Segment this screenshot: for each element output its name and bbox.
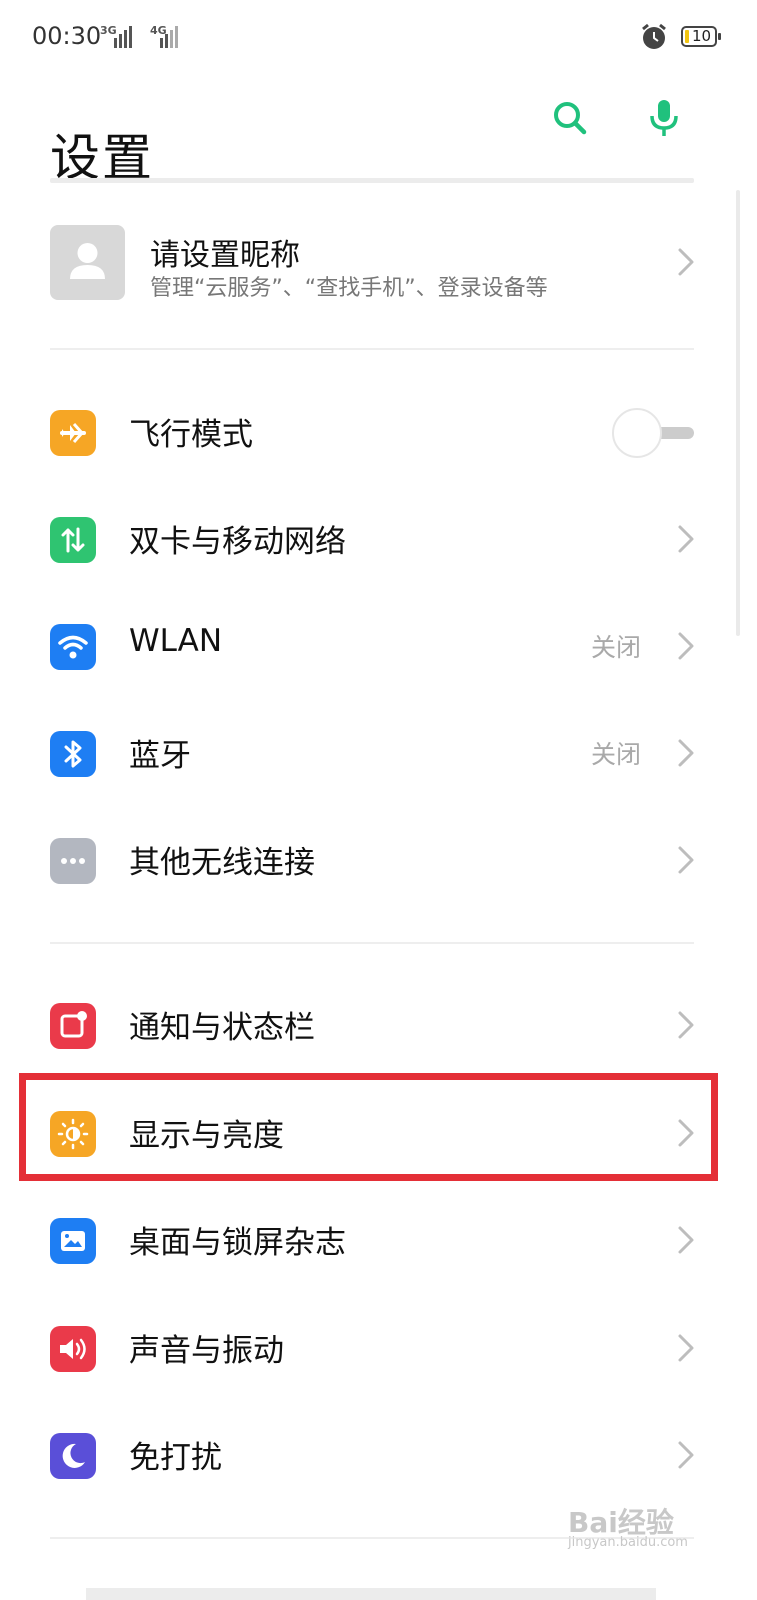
section-divider: [50, 942, 694, 944]
airplane-icon: [50, 410, 96, 456]
search-icon: [554, 102, 587, 135]
settings-item-label: 通知与状态栏: [129, 1010, 315, 1046]
wallpaper-icon: [50, 1218, 96, 1264]
moon-icon: [50, 1433, 96, 1479]
chevron-right-icon: [678, 248, 694, 276]
watermark: Bai经验 jingyan.baidu.com: [568, 1506, 688, 1550]
signal-3g-icon: 3G: [100, 24, 134, 50]
wlan-status: 关闭: [590, 633, 641, 662]
chevron-right-icon: [678, 1226, 694, 1254]
chevron-right-icon: [678, 525, 694, 553]
chevron-right-icon: [678, 1011, 694, 1039]
settings-item-airplane-mode[interactable]: 飞行模式: [0, 382, 757, 482]
settings-item-label: WLAN: [129, 623, 223, 659]
avatar: [50, 225, 125, 300]
section-divider: [50, 348, 694, 350]
airplane-mode-toggle[interactable]: [612, 408, 694, 458]
user-icon: [70, 243, 105, 279]
chevron-right-icon: [678, 739, 694, 767]
settings-item-bluetooth[interactable]: 蓝牙 关闭: [0, 703, 757, 803]
settings-item-label: 双卡与移动网络: [129, 524, 346, 560]
chevron-right-icon: [678, 1334, 694, 1362]
signal-4g-icon: 4G: [142, 24, 182, 50]
profile-subtitle: 管理“云服务”、“查找手机”、登录设备等: [150, 276, 548, 301]
mobile-data-icon: [50, 517, 96, 563]
settings-item-other-wireless[interactable]: 其他无线连接: [0, 810, 757, 910]
more-icon: [50, 838, 96, 884]
alarm-icon: [642, 23, 666, 49]
bluetooth-icon: [50, 731, 96, 777]
settings-item-sound[interactable]: 声音与振动: [0, 1298, 757, 1398]
battery-icon: 10: [681, 26, 721, 47]
settings-item-label: 蓝牙: [129, 738, 191, 774]
settings-item-label: 飞行模式: [129, 417, 253, 453]
settings-item-wallpaper[interactable]: 桌面与锁屏杂志: [0, 1190, 757, 1290]
chevron-right-icon: [678, 632, 694, 660]
bluetooth-status: 关闭: [590, 740, 641, 769]
bottom-bar: [86, 1588, 656, 1600]
settings-item-dual-sim[interactable]: 双卡与移动网络: [0, 489, 757, 589]
wifi-icon: [50, 624, 96, 670]
settings-item-label: 声音与振动: [129, 1333, 284, 1369]
settings-item-label: 桌面与锁屏杂志: [129, 1225, 346, 1261]
header-separator: [50, 178, 694, 183]
voice-button[interactable]: [642, 96, 686, 140]
highlight-box: [19, 1073, 718, 1181]
account-profile-row[interactable]: 请设置昵称 管理“云服务”、“查找手机”、登录设备等: [0, 212, 757, 312]
status-time: 00:30: [32, 22, 102, 50]
notification-icon: [50, 1003, 96, 1049]
mic-icon: [650, 100, 678, 136]
speaker-icon: [50, 1326, 96, 1372]
settings-item-label: 其他无线连接: [129, 845, 315, 881]
scrollbar[interactable]: [736, 190, 740, 636]
chevron-right-icon: [678, 1441, 694, 1469]
status-bar: 00:30 3G 4G 10: [0, 0, 757, 76]
profile-name: 请设置昵称: [150, 238, 300, 273]
chevron-right-icon: [678, 846, 694, 874]
settings-item-do-not-disturb[interactable]: 免打扰: [0, 1405, 757, 1505]
settings-item-notifications[interactable]: 通知与状态栏: [0, 975, 757, 1075]
search-button[interactable]: [548, 96, 592, 140]
settings-item-wlan[interactable]: WLAN 关闭: [0, 596, 757, 696]
settings-item-label: 免打扰: [129, 1440, 222, 1476]
